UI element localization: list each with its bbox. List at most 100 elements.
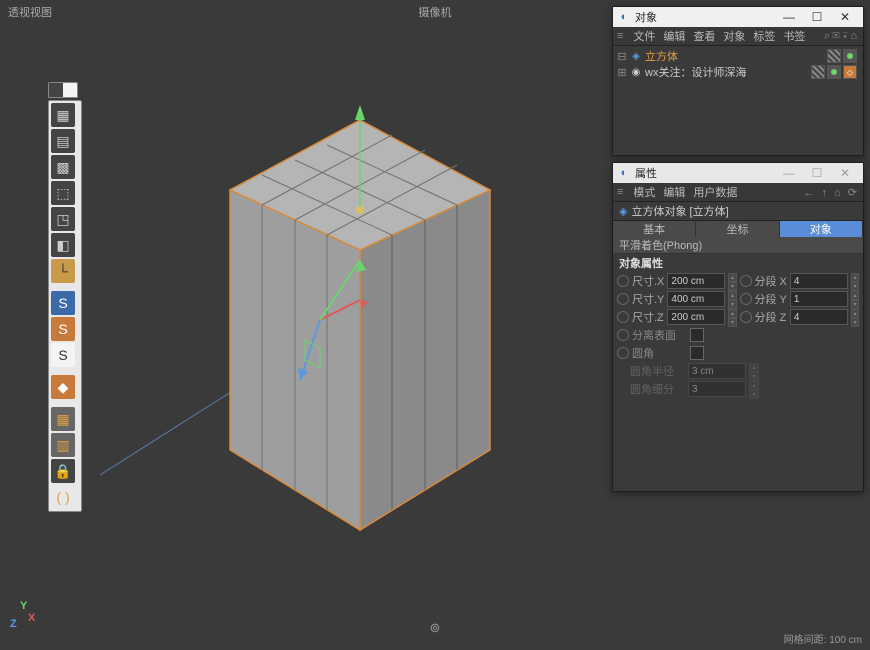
tool-snap-s3-icon[interactable]: S [51, 343, 75, 367]
attributes-panel: ◐ 属性 — ☐ ✕ ≡ 模式 编辑 用户数据 ← ↑ ⌂ ⟳ ◈ 立方体对象 … [612, 162, 864, 492]
expand-icon[interactable]: ⊞ [617, 66, 627, 79]
tool-snap-s2-icon[interactable]: S [51, 317, 75, 341]
seg-y-input[interactable] [790, 291, 848, 307]
menu-bookmarks[interactable]: 书签 [783, 28, 805, 44]
attrs-titlebar[interactable]: ◐ 属性 — ☐ ✕ [613, 163, 863, 183]
app-icon: ◐ [617, 166, 631, 180]
prop-fillet-segments: 圆角细分 ▴▾ [613, 380, 863, 398]
render-tag[interactable] [827, 65, 841, 79]
anim-dot[interactable] [617, 347, 629, 359]
tree-row-cube[interactable]: ⊟ ◈ 立方体 [613, 48, 863, 64]
tree-row-child[interactable]: ⊞ ◉ wx关注：设计师深海 [613, 64, 863, 80]
anim-dot[interactable] [740, 311, 752, 323]
spinner[interactable]: ▴▾ [851, 273, 859, 289]
tool-checker-icon[interactable]: ▩ [51, 155, 75, 179]
hamburger-icon[interactable]: ≡ [617, 186, 623, 198]
menu-view[interactable]: 查看 [693, 28, 715, 44]
prop-label: 分段 Z [755, 309, 787, 325]
maximize-button[interactable]: ☐ [803, 164, 831, 182]
size-y-input[interactable] [667, 291, 725, 307]
objects-menubar: ≡ 文件 编辑 查看 对象 标签 书签 ⌕✉⍣⌂ [613, 27, 863, 46]
tool-model-icon[interactable]: ▦ [51, 103, 75, 127]
tree-item-label[interactable]: wx关注：设计师深海 [645, 64, 746, 80]
menu-object[interactable]: 对象 [723, 28, 745, 44]
nav-icons[interactable]: ← ↑ ⌂ ⟳ [803, 186, 859, 199]
close-button[interactable]: ✕ [831, 8, 859, 26]
maximize-button[interactable]: ☐ [803, 8, 831, 26]
camera-icon: ⊚ [430, 620, 441, 636]
left-toolbar: ▦ ▤ ▩ ⬚ ◳ ◧ └ S S S ◆ ▦ ▥ 🔒 ( ) [48, 100, 82, 512]
tool-grid2-icon[interactable]: ▥ [51, 433, 75, 457]
spinner[interactable]: ▴▾ [728, 291, 736, 307]
seg-z-input[interactable] [790, 309, 848, 325]
visibility-tag[interactable] [811, 65, 825, 79]
anim-dot[interactable] [617, 329, 629, 341]
expand-icon[interactable]: ⊟ [617, 50, 627, 63]
render-tag[interactable] [843, 49, 857, 63]
fillet-seg-input [688, 381, 746, 397]
minimize-button[interactable]: — [775, 8, 803, 26]
menu-userdata[interactable]: 用户数据 [693, 184, 737, 200]
anim-dot[interactable] [617, 311, 629, 323]
tree-item-label[interactable]: 立方体 [645, 48, 678, 64]
menu-file[interactable]: 文件 [633, 28, 655, 44]
prop-label: 圆角细分 [630, 381, 685, 397]
menu-mode[interactable]: 模式 [633, 184, 655, 200]
spinner[interactable]: ▴▾ [851, 291, 859, 307]
anim-dot[interactable] [617, 293, 629, 305]
axis-y-label: Y [20, 600, 27, 612]
tab-coord[interactable]: 坐标 [696, 221, 779, 237]
search-filter-icons[interactable]: ⌕✉⍣⌂ [824, 30, 859, 43]
minimize-button[interactable]: — [775, 164, 803, 182]
fillet-radius-input [688, 363, 746, 379]
prop-label: 分段 Y [755, 291, 787, 307]
spinner[interactable]: ▴▾ [728, 309, 736, 325]
tool-lock-icon[interactable]: 🔒 [51, 459, 75, 483]
tool-workplane-icon[interactable]: ◆ [51, 375, 75, 399]
separate-checkbox[interactable] [690, 328, 704, 342]
axis-gizmo: Y X Z [8, 600, 38, 630]
anim-dot[interactable] [740, 275, 752, 287]
prop-fillet: 圆角 [613, 344, 863, 362]
phong-tag[interactable] [843, 65, 857, 79]
tool-edges-icon[interactable]: ◳ [51, 207, 75, 231]
grid-spacing-label: 网格间距: 100 cm [784, 631, 862, 646]
visibility-tag[interactable] [827, 49, 841, 63]
attr-phong-row[interactable]: 平滑着色(Phong) [613, 237, 863, 254]
menu-edit[interactable]: 编辑 [663, 28, 685, 44]
tool-texture-icon[interactable]: ▤ [51, 129, 75, 153]
tool-grid1-icon[interactable]: ▦ [51, 407, 75, 431]
prop-label: 分段 X [755, 273, 787, 289]
viewport-label-center: 摄像机 [419, 4, 452, 20]
tool-snap-s1-icon[interactable]: S [51, 291, 75, 315]
spinner[interactable]: ▴▾ [728, 273, 736, 289]
prop-size-x: 尺寸.X ▴▾ 分段 X ▴▾ [613, 272, 863, 290]
seg-x-input[interactable] [790, 273, 848, 289]
menu-edit[interactable]: 编辑 [663, 184, 685, 200]
tool-axis-icon[interactable]: └ [51, 259, 75, 283]
objects-panel-title: 对象 [635, 9, 657, 25]
objects-titlebar[interactable]: ◐ 对象 — ☐ ✕ [613, 7, 863, 27]
prop-label: 圆角半径 [630, 363, 685, 379]
tab-object[interactable]: 对象 [780, 221, 863, 237]
anim-dot[interactable] [740, 293, 752, 305]
object-tree[interactable]: ⊟ ◈ 立方体 ⊞ ◉ wx关注：设计师深海 [613, 46, 863, 82]
viewport-3d-scene[interactable] [60, 20, 600, 640]
fillet-checkbox[interactable] [690, 346, 704, 360]
tab-basic[interactable]: 基本 [613, 221, 696, 237]
menu-tags[interactable]: 标签 [753, 28, 775, 44]
tool-polys-icon[interactable]: ◧ [51, 233, 75, 257]
size-z-input[interactable] [667, 309, 725, 325]
hamburger-icon[interactable]: ≡ [617, 30, 623, 42]
spinner[interactable]: ▴▾ [851, 309, 859, 325]
objects-panel: ◐ 对象 — ☐ ✕ ≡ 文件 编辑 查看 对象 标签 书签 ⌕✉⍣⌂ ⊟ ◈ … [612, 6, 864, 156]
tool-points-icon[interactable]: ⬚ [51, 181, 75, 205]
prop-label: 分离表面 [632, 327, 687, 343]
attr-tabs: 基本 坐标 对象 [613, 221, 863, 237]
cube-icon: ◈ [630, 50, 642, 62]
tool-mode-toggle[interactable] [48, 82, 78, 98]
tool-reset-icon[interactable]: ( ) [51, 485, 75, 509]
anim-dot[interactable] [617, 275, 629, 287]
size-x-input[interactable] [667, 273, 725, 289]
close-button[interactable]: ✕ [831, 164, 859, 182]
